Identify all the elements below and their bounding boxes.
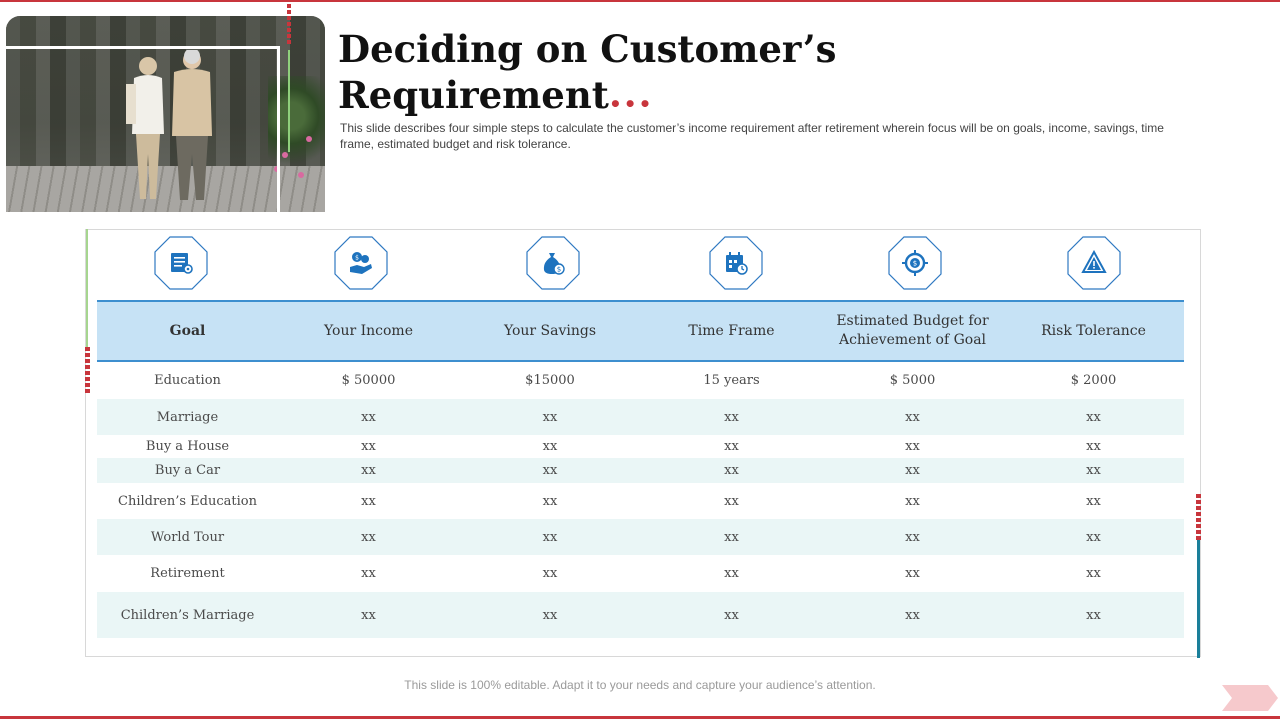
table-cell: 15 years: [703, 373, 760, 388]
table-cell: xx: [361, 409, 376, 425]
money-hand-icon: $: [333, 235, 389, 291]
money-bag-icon: $: [525, 235, 581, 291]
table-cell: xx: [542, 607, 558, 623]
table-cell: xx: [542, 493, 558, 509]
table-cell: xx: [361, 607, 376, 623]
table-cell: xx: [361, 439, 376, 454]
table-cell: xx: [361, 463, 376, 478]
table-row: Marriage xx xx xx xx xx: [97, 399, 1184, 435]
table-cell: xx: [1086, 463, 1101, 478]
table-header-row: Goal Your Income Your Savings Time Frame…: [97, 300, 1184, 362]
column-header: Goal: [169, 322, 206, 339]
goal-cell: World Tour: [150, 529, 225, 545]
goal-cell: Marriage: [156, 409, 219, 425]
column-header: Risk Tolerance: [1041, 322, 1146, 339]
table-cell: xx: [1086, 529, 1101, 545]
table-cell: xx: [724, 439, 739, 454]
table-cell: $ 5000: [889, 373, 936, 388]
table-cell: xx: [542, 439, 558, 454]
table-cell: xx: [1086, 493, 1101, 509]
table-row: Retirement xx xx xx xx xx: [97, 555, 1184, 592]
goal-cell: Buy a Car: [154, 463, 221, 478]
table-cell: $ 50000: [341, 373, 396, 388]
column-header: Estimated Budget for Achievement of Goal: [836, 313, 989, 348]
table-cell: xx: [542, 566, 558, 581]
table-cell: xx: [1086, 409, 1101, 425]
decorative-accent: [288, 50, 290, 152]
table-cell: xx: [724, 409, 739, 425]
table-cell: xx: [542, 463, 558, 478]
table-row: Children’s Education xx xx xx xx xx: [97, 483, 1184, 519]
requirements-table: Goal Your Income Your Savings Time Frame…: [97, 300, 1184, 638]
photo-frame-line: [277, 46, 280, 212]
table-row: Buy a Car xx xx xx xx xx: [97, 458, 1184, 483]
calendar-clock-icon: [708, 235, 764, 291]
svg-text:$: $: [557, 266, 561, 274]
decorative-accent: [86, 229, 88, 349]
footer-note: This slide is 100% editable. Adapt it to…: [404, 678, 876, 692]
decorative-accent: [1196, 494, 1201, 540]
page-subtitle: This slide describes four simple steps t…: [340, 121, 1164, 151]
goal-cell: Children’s Education: [118, 493, 257, 509]
target-dollar-icon: $: [887, 235, 943, 291]
column-header: Your Income: [324, 322, 413, 339]
table-cell: xx: [361, 493, 376, 509]
top-accent-rule: [0, 0, 1280, 2]
table-cell: xx: [724, 529, 739, 545]
table-cell: xx: [361, 529, 376, 545]
decorative-accent: [1197, 540, 1200, 658]
table-cell: xx: [724, 566, 739, 581]
decorative-accent: [85, 347, 90, 393]
table-cell: xx: [905, 529, 920, 545]
next-arrow-icon[interactable]: [1222, 685, 1278, 711]
warning-triangle-icon: [1066, 235, 1122, 291]
table-cell: xx: [905, 607, 920, 623]
table-cell: xx: [905, 463, 920, 478]
table-cell: xx: [905, 439, 920, 454]
column-header: Time Frame: [688, 322, 775, 339]
table-cell: xx: [1086, 607, 1101, 623]
table-cell: xx: [724, 607, 739, 623]
table-cell: xx: [361, 566, 376, 581]
table-cell: xx: [724, 463, 739, 478]
goal-cell: Children’s Marriage: [120, 607, 255, 623]
table-cell: xx: [1086, 566, 1101, 581]
decorative-dots: •••: [609, 92, 654, 116]
table-cell: xx: [905, 493, 920, 509]
document-gear-icon: [153, 235, 209, 291]
decorative-accent: [287, 4, 291, 44]
table-cell: xx: [542, 529, 558, 545]
photo-frame-line: [6, 46, 280, 49]
table-cell: xx: [724, 493, 739, 509]
column-header: Your Savings: [503, 322, 597, 339]
goal-cell: Education: [154, 373, 221, 388]
svg-text:$: $: [913, 260, 917, 268]
table-row: World Tour xx xx xx xx xx: [97, 519, 1184, 555]
table-row: Education $ 50000 $15000 15 years $ 5000…: [97, 362, 1184, 399]
svg-text:$: $: [355, 255, 359, 262]
table-cell: xx: [1086, 439, 1101, 454]
table-cell: $15000: [525, 373, 575, 388]
goal-cell: Buy a House: [145, 439, 230, 454]
table-cell: xx: [542, 409, 558, 425]
table-row: Buy a House xx xx xx xx xx: [97, 435, 1184, 458]
table-cell: xx: [905, 409, 920, 425]
goal-cell: Retirement: [150, 566, 225, 581]
table-row: Children’s Marriage xx xx xx xx xx: [97, 592, 1184, 638]
table-cell: xx: [905, 566, 920, 581]
bottom-accent-rule: [0, 716, 1280, 719]
table-cell: $ 2000: [1070, 373, 1117, 388]
